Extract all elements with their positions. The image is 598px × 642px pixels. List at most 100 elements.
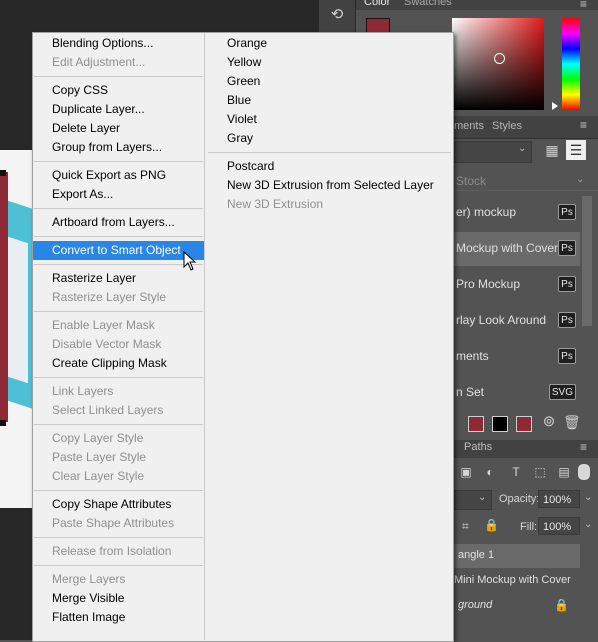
menu-item-label: Blue [227,93,252,107]
menu-item[interactable]: Paste Layer Style [33,448,204,467]
tab-paths[interactable]: Paths [464,441,492,453]
panel-menu-icon[interactable]: ≡ [580,440,587,454]
menu-item-color-label[interactable]: Violet [208,110,451,129]
menu-item[interactable]: Disable Vector Mask [33,335,204,354]
lock-icon[interactable]: 🔒 [554,598,569,612]
color-picker-marker[interactable] [494,53,505,64]
library-item-label: n Set [456,385,485,399]
menu-item[interactable]: Artboard from Layers... [33,213,204,232]
panel-menu-icon[interactable]: ≡ [580,0,587,11]
menu-item[interactable]: Rasterize Layer Style [33,288,204,307]
library-item[interactable]: rlay Look Around Ps [454,304,580,338]
menu-item[interactable]: Copy Layer Style [33,429,204,448]
chevron-down-icon[interactable]: ⌄ [478,492,486,503]
chevron-down-icon[interactable]: ⌄ [576,174,584,185]
library-scrollbar[interactable] [582,196,592,326]
hue-slider-handle-icon[interactable] [552,102,558,110]
filter-smart-objects-icon[interactable]: ▤ [556,464,572,480]
menu-item-label: Select Linked Layers [52,403,164,417]
chevron-down-icon[interactable]: ⌄ [584,492,592,503]
transform-handle[interactable] [0,420,6,426]
menu-item[interactable]: Duplicate Layer... [33,100,204,119]
layer-row[interactable]: angle 1 [454,544,580,568]
menu-item[interactable]: Delete Layer [33,119,204,138]
library-color-swatch[interactable] [492,416,508,432]
tab-styles[interactable]: Styles [492,120,522,132]
menu-item[interactable]: Release from Isolation [33,542,204,561]
filter-toggle[interactable] [578,464,590,480]
menu-item-color-label[interactable]: Blue [208,91,451,110]
library-color-swatch[interactable] [468,416,484,432]
layer-name: angle 1 [458,549,495,561]
color-panel-tabbar [356,0,598,10]
fill-field[interactable]: 100% [538,517,580,535]
menu-item[interactable]: Export As... [33,185,204,204]
transform-handle[interactable] [0,170,6,176]
grid-view-icon[interactable]: ▦ [544,142,560,158]
filter-shape-layers-icon[interactable]: ⬚ [532,464,548,480]
menu-item-label: Edit Adjustment... [52,55,146,69]
menu-item-label: Merge Layers [52,572,126,586]
tab-swatches[interactable]: Swatches [404,0,452,8]
filter-adjustment-layers-icon[interactable]: ◐ [482,464,498,480]
menu-item[interactable]: Quick Export as PNG [33,166,204,185]
menu-item[interactable]: Create Clipping Mask [33,354,204,373]
menu-item-color-label[interactable]: Green [208,72,451,91]
chevron-down-icon[interactable]: ⌄ [518,143,526,154]
library-item[interactable]: ments Ps [454,340,580,374]
menu-item[interactable]: Merge Layers [33,570,204,589]
menu-item[interactable]: Enable Layer Mask [33,316,204,335]
color-spectrum-field[interactable] [452,18,544,110]
lock-icon[interactable]: 🔒 [484,518,499,532]
menu-item-color-label[interactable]: Yellow [208,53,451,72]
menu-item[interactable]: Clear Layer Style [33,467,204,486]
menu-item-label: Create Clipping Mask [52,356,167,370]
library-color-swatch[interactable] [516,416,532,432]
menu-item[interactable]: Postcard [208,157,451,176]
chevron-down-icon[interactable]: ⌄ [584,519,592,530]
menu-separator [34,490,203,491]
history-icon[interactable]: ⟲ [328,6,346,24]
menu-item[interactable]: Select Linked Layers [33,401,204,420]
layer-row[interactable]: Mini Mockup with Cover [454,569,598,593]
menu-item-label: Paste Shape Attributes [52,516,175,530]
menu-item-label: Rasterize Layer Style [52,290,167,304]
menu-item[interactable]: Blending Options... [33,34,204,53]
menu-separator [34,424,203,425]
tab-adjustments[interactable]: ments [454,120,484,132]
menu-item[interactable]: New 3D Extrusion from Selected Layer [208,176,451,195]
menu-item-label: Group from Layers... [52,140,163,154]
menu-item-label: Blending Options... [52,36,154,50]
filter-pixel-layers-icon[interactable]: ▣ [458,464,474,480]
list-view-icon[interactable]: ☰ [566,140,586,160]
hue-slider[interactable] [562,18,580,110]
lock-artboard-icon[interactable]: ⌗ [462,519,469,534]
opacity-field[interactable]: 100% [538,490,580,508]
menu-item[interactable]: Copy Shape Attributes [33,495,204,514]
menu-item[interactable]: Rasterize Layer [33,269,204,288]
menu-item[interactable]: Flatten Image [33,608,204,627]
tab-color[interactable]: Color [364,0,390,8]
creative-cloud-icon[interactable]: ⊚ [540,413,558,431]
menu-item-color-label[interactable]: Gray [208,129,451,148]
menu-item[interactable]: Link Layers [33,382,204,401]
menu-item[interactable]: Edit Adjustment... [33,53,204,72]
filter-type-layers-icon[interactable]: T [508,464,524,480]
menu-item[interactable]: Paste Shape Attributes [33,514,204,533]
layer-row[interactable]: ground [454,594,598,618]
menu-item[interactable]: Convert to Smart Object [33,241,204,260]
menu-item-color-label[interactable]: Orange [208,34,451,53]
menu-item[interactable]: Copy CSS [33,81,204,100]
library-item[interactable]: n Set SVG [454,376,580,410]
library-item[interactable]: Mockup with Cover Ps [454,232,580,266]
menu-separator [34,236,203,237]
menu-item-label: Link Layers [52,384,114,398]
library-item[interactable]: er) mockup Ps [454,196,580,230]
menu-item[interactable]: Merge Visible [33,589,204,608]
menu-item[interactable]: New 3D Extrusion [208,195,451,214]
menu-item[interactable]: Group from Layers... [33,138,204,157]
menu-item-label: Merge Visible [52,591,125,605]
panel-menu-icon[interactable]: ≡ [580,118,587,132]
library-item[interactable]: Pro Mockup Ps [454,268,580,302]
trash-icon[interactable]: 🗑 [563,413,581,431]
